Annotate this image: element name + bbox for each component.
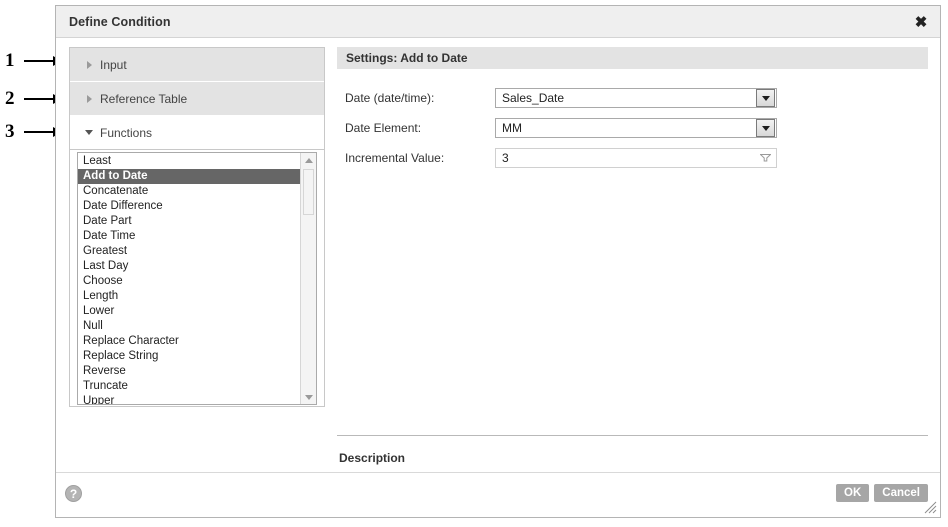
list-item[interactable]: Null: [78, 319, 300, 334]
cancel-button[interactable]: Cancel: [874, 484, 928, 502]
form-row-date: Date (date/time): Sales_Date: [345, 83, 928, 113]
list-item[interactable]: Length: [78, 289, 300, 304]
incremental-value-text: 3: [502, 151, 509, 165]
list-item[interactable]: Least: [78, 154, 300, 169]
list-item[interactable]: Date Part: [78, 214, 300, 229]
chevron-down-icon: [80, 130, 98, 135]
form-row-date-element: Date Element: MM: [345, 113, 928, 143]
chevron-right-icon: [80, 94, 98, 103]
function-list-scrollbar[interactable]: [300, 153, 316, 404]
define-condition-dialog: Define Condition ✖ Input Reference Table…: [55, 5, 941, 518]
settings-panel: Settings: Add to Date Date (date/time): …: [337, 47, 928, 493]
chevron-down-icon[interactable]: [756, 89, 775, 107]
list-item[interactable]: Choose: [78, 274, 300, 289]
date-dropdown[interactable]: Sales_Date: [495, 88, 777, 108]
list-item[interactable]: Truncate: [78, 379, 300, 394]
list-item[interactable]: Replace Character: [78, 334, 300, 349]
label-incremental-value: Incremental Value:: [345, 151, 445, 165]
accordion-label-functions: Functions: [100, 125, 153, 140]
chevron-down-icon[interactable]: [754, 154, 776, 162]
accordion-header-functions[interactable]: Functions: [70, 116, 324, 150]
resize-grip[interactable]: [924, 501, 937, 514]
settings-header: Settings: Add to Date: [337, 47, 928, 69]
list-item[interactable]: Date Difference: [78, 199, 300, 214]
chevron-right-icon: [80, 60, 98, 69]
list-item[interactable]: Add to Date: [78, 169, 300, 184]
chevron-down-icon[interactable]: [756, 119, 775, 137]
annotation-number-2: 2: [5, 88, 15, 109]
accordion-label-reference-table: Reference Table: [100, 91, 188, 106]
scroll-down-icon[interactable]: [301, 390, 316, 404]
list-item[interactable]: Reverse: [78, 364, 300, 379]
dialog-titlebar: Define Condition ✖: [56, 6, 940, 38]
close-icon[interactable]: ✖: [912, 13, 930, 31]
dialog-body: Input Reference Table Functions Least Add…: [56, 38, 940, 493]
accordion-label-input: Input: [100, 57, 127, 72]
page-title: Define Condition: [69, 14, 171, 29]
date-element-dropdown[interactable]: MM: [495, 118, 777, 138]
function-list: Least Add to Date Concatenate Date Differen…: [77, 152, 317, 405]
ok-button[interactable]: OK: [836, 484, 870, 502]
list-item[interactable]: Lower: [78, 304, 300, 319]
date-element-dropdown-value: MM: [502, 121, 522, 135]
incremental-value-input[interactable]: 3: [495, 148, 777, 168]
label-date: Date (date/time):: [345, 91, 435, 105]
description-divider: [337, 435, 928, 436]
help-icon[interactable]: ?: [65, 485, 82, 502]
list-item[interactable]: Replace String: [78, 349, 300, 364]
function-list-items: Least Add to Date Concatenate Date Differen…: [78, 153, 300, 404]
accordion-header-input[interactable]: Input: [70, 48, 324, 82]
list-item[interactable]: Upper: [78, 394, 300, 404]
list-item[interactable]: Last Day: [78, 259, 300, 274]
annotation-number-3: 3: [5, 121, 15, 142]
description-title: Description: [339, 451, 406, 465]
annotation-arrow-2: [24, 94, 62, 104]
list-item[interactable]: Concatenate: [78, 184, 300, 199]
left-accordion-panel: Input Reference Table Functions Least Add…: [69, 47, 325, 407]
label-date-element: Date Element:: [345, 121, 422, 135]
dialog-footer: ? OK Cancel: [56, 472, 940, 517]
scroll-up-icon[interactable]: [301, 153, 316, 167]
accordion-header-reference-table[interactable]: Reference Table: [70, 82, 324, 116]
annotation-number-1: 1: [5, 50, 15, 71]
date-dropdown-value: Sales_Date: [502, 91, 565, 105]
annotation-arrow-1: [24, 56, 62, 66]
footer-buttons: OK Cancel: [836, 484, 928, 502]
list-item[interactable]: Greatest: [78, 244, 300, 259]
annotation-arrow-3: [24, 127, 62, 137]
settings-form: Date (date/time): Sales_Date Date Elemen…: [337, 69, 928, 173]
list-item[interactable]: Date Time: [78, 229, 300, 244]
scrollbar-thumb[interactable]: [303, 169, 314, 215]
form-row-incremental-value: Incremental Value: 3: [345, 143, 928, 173]
